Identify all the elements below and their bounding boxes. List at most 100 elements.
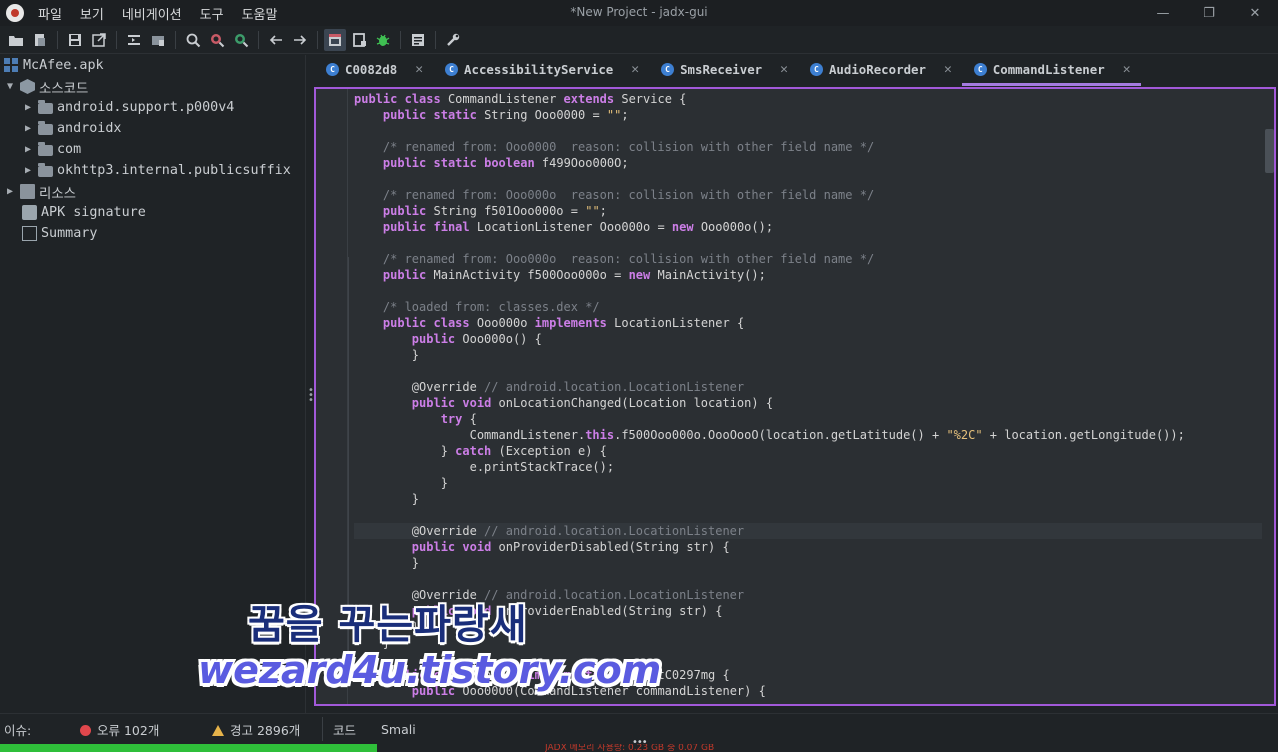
tree-root-label: McAfee.apk — [23, 58, 104, 73]
find-usage-icon[interactable] — [230, 29, 252, 51]
code-line[interactable]: @Override // android.location.LocationLi… — [354, 379, 1262, 395]
close-icon[interactable]: ✕ — [780, 62, 788, 77]
toolbar — [0, 26, 1278, 54]
tree-package[interactable]: ▶ android.support.p000v4 — [0, 97, 305, 118]
tab-code[interactable]: 코드 — [333, 720, 381, 739]
settings-icon[interactable] — [442, 29, 464, 51]
code-line[interactable]: ​ — [354, 123, 1262, 139]
debug-icon[interactable] — [372, 29, 394, 51]
back-icon[interactable] — [265, 29, 287, 51]
log-icon[interactable] — [407, 29, 429, 51]
collapsed-arrow-icon[interactable]: ▶ — [22, 102, 34, 113]
menu-file[interactable]: 파일 — [38, 4, 62, 23]
tree-signature[interactable]: APK signature — [0, 202, 305, 223]
vertical-scrollbar[interactable] — [1265, 129, 1274, 173]
close-icon[interactable]: ✕ — [944, 62, 952, 77]
memory-progress-fill — [0, 744, 377, 752]
expanded-arrow-icon[interactable]: ▼ — [4, 81, 16, 92]
code-line[interactable]: } — [354, 347, 1262, 363]
code-line[interactable]: /* renamed from: Ooo000o reason: collisi… — [354, 187, 1262, 203]
signature-icon — [22, 205, 37, 220]
code-line[interactable]: } — [354, 491, 1262, 507]
code-line[interactable]: public Ooo000o() { — [354, 331, 1262, 347]
tree-root[interactable]: McAfee.apk — [0, 55, 305, 76]
code-line[interactable]: public MainActivity f500Ooo000o = new Ma… — [354, 267, 1262, 283]
code-line[interactable]: @Override // android.location.LocationLi… — [354, 523, 1262, 539]
errors-indicator[interactable]: 오류 102개 — [80, 720, 212, 739]
class-icon: C — [809, 62, 823, 76]
code-line[interactable]: public class CommandListener extends Ser… — [354, 91, 1262, 107]
decompile-icon[interactable] — [324, 28, 346, 51]
flatten-packages-icon[interactable] — [147, 29, 169, 51]
search-icon[interactable] — [182, 29, 204, 51]
save-icon[interactable] — [64, 29, 86, 51]
tab-audiorecorder[interactable]: C AudioRecorder ✕ — [798, 55, 962, 86]
summary-icon — [22, 226, 37, 241]
apk-icon — [4, 58, 19, 73]
editor-tabs: C C0082d8 ✕ C AccessibilityService ✕ C S… — [314, 55, 1278, 86]
close-icon[interactable]: ✕ — [1123, 62, 1131, 77]
menu-help[interactable]: 도움말 — [242, 4, 278, 23]
code-line[interactable]: ​ — [354, 235, 1262, 251]
code-line[interactable]: } — [354, 475, 1262, 491]
sync-tree-icon[interactable] — [123, 29, 145, 51]
code-line[interactable]: } catch (Exception e) { — [354, 443, 1262, 459]
tab-smsreceiver[interactable]: C SmsReceiver ✕ — [649, 55, 798, 86]
add-files-icon[interactable] — [29, 29, 51, 51]
close-button[interactable]: ✕ — [1232, 0, 1278, 26]
collapsed-arrow-icon[interactable]: ▶ — [22, 123, 34, 134]
minimize-button[interactable]: — — [1140, 0, 1186, 26]
tab-accessibilityservice[interactable]: C AccessibilityService ✕ — [433, 55, 649, 86]
more-icon[interactable]: ••• — [632, 737, 648, 748]
code-line[interactable]: ​ — [354, 283, 1262, 299]
tree-package-label: com — [57, 142, 82, 157]
tab-c0082d8[interactable]: C C0082d8 ✕ — [314, 55, 433, 86]
preview-icon[interactable] — [348, 29, 370, 51]
tree-package[interactable]: ▶ com — [0, 139, 305, 160]
code-line[interactable]: e.printStackTrace(); — [354, 459, 1262, 475]
resources-icon — [20, 184, 35, 199]
code-line[interactable]: public class Ooo000o implements Location… — [354, 315, 1262, 331]
code-line[interactable]: public void onProviderDisabled(String st… — [354, 539, 1262, 555]
code-line[interactable]: public String f501Ooo000o = ""; — [354, 203, 1262, 219]
restore-button[interactable]: ❐ — [1186, 0, 1232, 26]
code-line[interactable]: ​ — [354, 507, 1262, 523]
tree-summary[interactable]: Summary — [0, 223, 305, 244]
code-line[interactable]: ​ — [354, 363, 1262, 379]
code-line[interactable]: /* loaded from: classes.dex */ — [354, 299, 1262, 315]
code-line[interactable]: /* renamed from: Ooo0000 reason: collisi… — [354, 139, 1262, 155]
memory-label: JADX 메모리 사용량: 0.23 GB 중 0.07 GB — [545, 744, 715, 752]
menu-bar: 파일 보기 네비게이션 도구 도움말 — [32, 4, 277, 23]
code-line[interactable]: public static String Ooo0000 = ""; — [354, 107, 1262, 123]
tree-package[interactable]: ▶ okhttp3.internal.publicsuffix — [0, 160, 305, 181]
code-line[interactable]: ​ — [354, 571, 1262, 587]
menu-tools[interactable]: 도구 — [200, 4, 224, 23]
collapsed-arrow-icon[interactable]: ▶ — [22, 144, 34, 155]
close-icon[interactable]: ✕ — [415, 62, 423, 77]
close-icon[interactable]: ✕ — [631, 62, 639, 77]
collapsed-arrow-icon[interactable]: ▶ — [4, 186, 16, 197]
code-line[interactable]: CommandListener.this.f500Ooo000o.OooOooO… — [354, 427, 1262, 443]
tab-label: AudioRecorder — [828, 61, 926, 77]
menu-view[interactable]: 보기 — [80, 4, 104, 23]
code-line[interactable]: try { — [354, 411, 1262, 427]
code-line[interactable]: public static boolean f499Ooo000O; — [354, 155, 1262, 171]
find-class-icon[interactable] — [206, 29, 228, 51]
forward-icon[interactable] — [289, 29, 311, 51]
code-line[interactable]: ​ — [354, 171, 1262, 187]
tree-resources[interactable]: ▶ 리소스 — [0, 181, 305, 202]
collapsed-arrow-icon[interactable]: ▶ — [22, 165, 34, 176]
warnings-indicator[interactable]: 경고 2896개 — [212, 720, 316, 739]
code-line[interactable]: public void onLocationChanged(Location l… — [354, 395, 1262, 411]
splitter-handle[interactable]: • • • — [308, 386, 314, 406]
export-icon[interactable] — [88, 29, 110, 51]
code-line[interactable]: public final LocationListener Ooo000o = … — [354, 219, 1262, 235]
menu-navigation[interactable]: 네비게이션 — [122, 4, 182, 23]
open-icon[interactable] — [5, 29, 27, 51]
tree-package[interactable]: ▶ androidx — [0, 118, 305, 139]
code-line[interactable]: /* renamed from: Ooo000o reason: collisi… — [354, 251, 1262, 267]
tab-commandlistener[interactable]: C CommandListener ✕ — [961, 55, 1141, 86]
tab-smali[interactable]: Smali — [381, 722, 416, 737]
code-line[interactable]: } — [354, 555, 1262, 571]
tree-source[interactable]: ▼ 소스코드 — [0, 76, 305, 97]
